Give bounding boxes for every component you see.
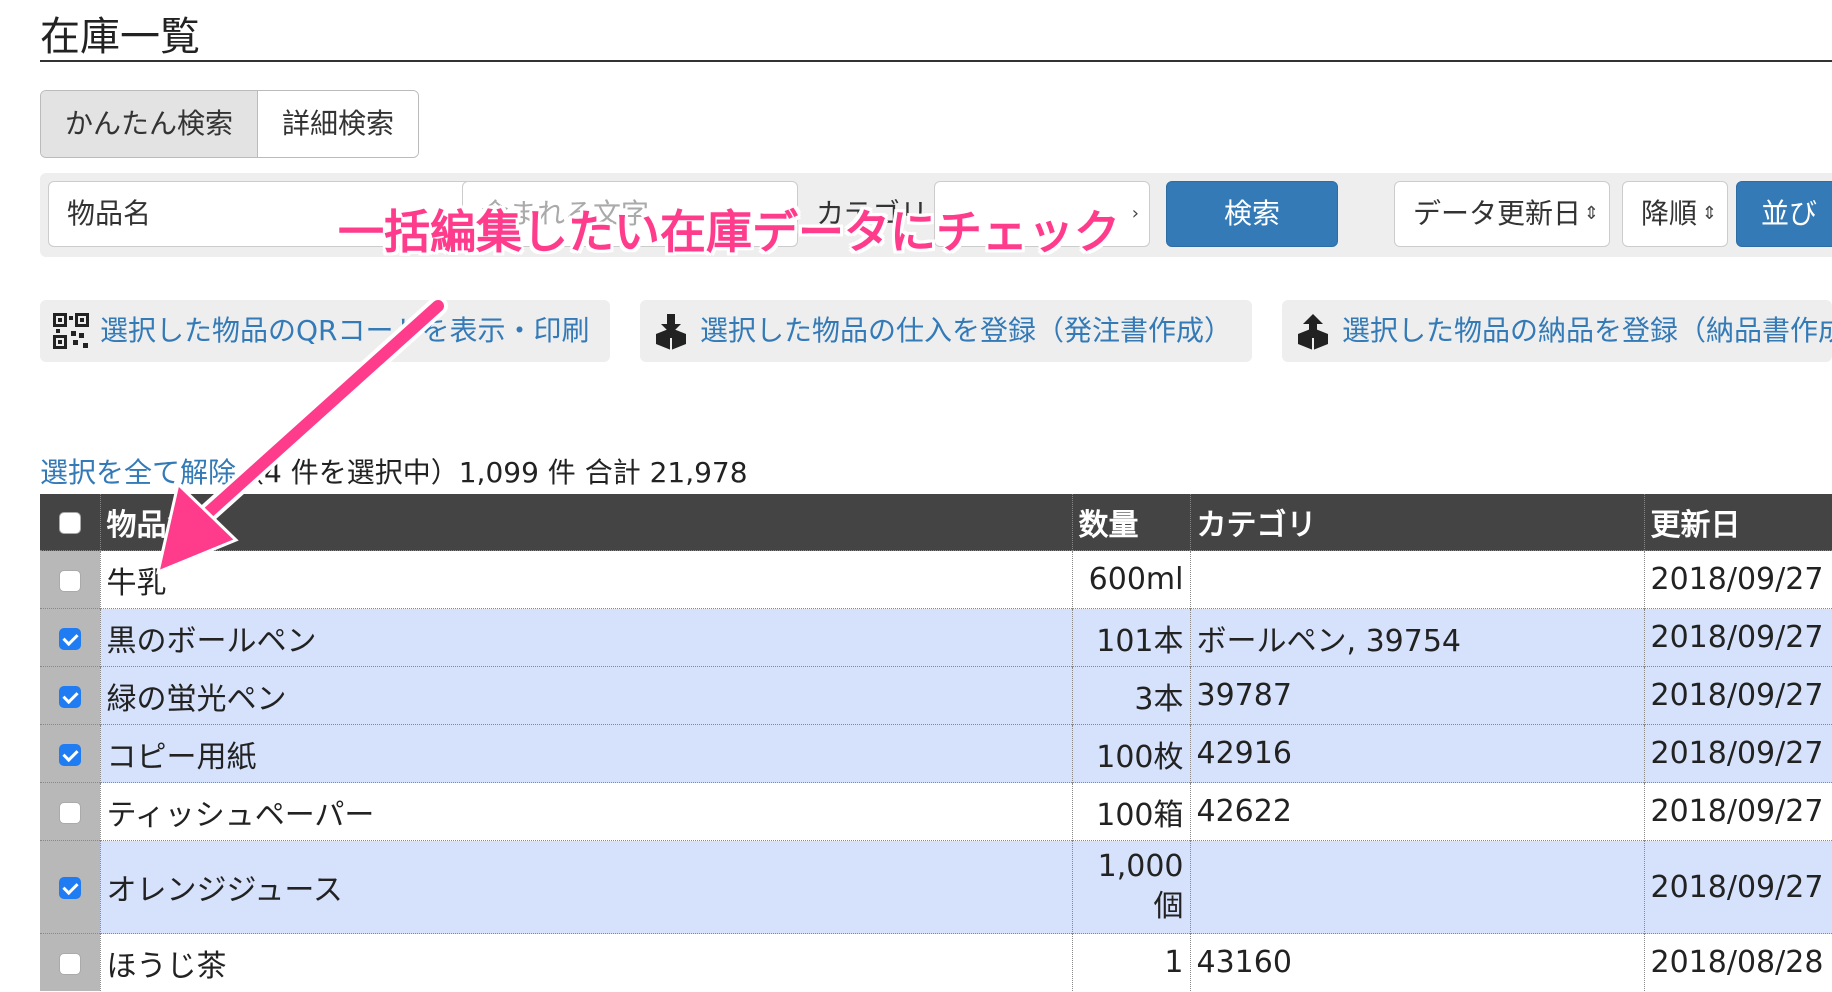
cell-category (1190, 840, 1645, 934)
cell-qty: 600ml (1072, 550, 1191, 609)
row-checkbox[interactable] (58, 685, 81, 708)
cell-name: 牛乳 (100, 550, 1073, 609)
cell-qty: 3本 (1072, 666, 1191, 725)
register-purchase-label: 選択した物品の仕入を登録（発注書作成） (700, 314, 1233, 347)
cell-updated: 2018/09/27 (1644, 666, 1832, 725)
row-checkbox[interactable] (58, 569, 81, 592)
cell-updated: 2018/09/27 (1644, 724, 1832, 783)
select-all-cell (40, 494, 101, 551)
qr-code-icon (53, 313, 89, 349)
select-all-checkbox[interactable] (58, 512, 81, 534)
cell-qty: 101本 (1072, 608, 1191, 667)
annotation-callout-text: 一括編集したい在庫データにチェック (338, 205, 1120, 259)
table-row[interactable]: オレンジジュース 1,000 個 2018/09/27 (40, 840, 1832, 934)
column-header-qty[interactable]: 数量 (1072, 494, 1191, 551)
sort-order-value: 降順 (1641, 197, 1698, 230)
cell-category: 42622 (1190, 782, 1645, 841)
cell-name: コピー用紙 (100, 724, 1073, 783)
row-checkbox[interactable] (58, 743, 81, 766)
qr-print-button[interactable]: 選択した物品のQRコードを表示・印刷 (40, 300, 610, 362)
column-header-category[interactable]: カテゴリ (1190, 494, 1645, 551)
updown-arrows-icon: ⇕ (1583, 203, 1599, 224)
cell-updated: 2018/09/27 (1644, 840, 1832, 934)
search-mode-tabs: かんたん検索 詳細検索 (40, 90, 420, 158)
row-checkbox[interactable] (58, 877, 81, 899)
cell-category: 43160 (1190, 933, 1645, 991)
cell-name: ティッシュペーパー (100, 782, 1073, 841)
sort-order-select[interactable]: 降順 ⇕ (1622, 181, 1728, 247)
box-out-icon (1298, 314, 1328, 350)
table-row[interactable]: ほうじ茶 1 43160 2018/08/28 (40, 933, 1832, 991)
inventory-table: 物品名 数量 カテゴリ 更新日 牛乳 600ml 2018/09/27 黒のボー… (40, 494, 1832, 991)
sort-button[interactable]: 並び替 (1736, 181, 1832, 294)
selection-summary: 選択を全て解除（4 件を選択中）1,099 件 合計 21,978 (40, 452, 748, 494)
row-checkbox[interactable] (58, 952, 81, 975)
updown-arrows-icon: ⇕ (1701, 203, 1717, 224)
cell-qty-line2: 個 (1153, 889, 1184, 924)
register-delivery-label: 選択した物品の納品を登録（納品書作成 (1342, 314, 1832, 347)
table-row[interactable]: ティッシュペーパー 100箱 42622 2018/09/27 (40, 782, 1832, 841)
row-checkbox[interactable] (58, 627, 81, 650)
sort-field-value: データ更新日 (1413, 197, 1582, 230)
cell-name: 緑の蛍光ペン (100, 666, 1073, 725)
cell-qty: 1,000 個 (1072, 840, 1191, 934)
table-row[interactable]: 黒のボールペン 101本 ボールペン, 39754 2018/09/27 (40, 608, 1832, 667)
cell-category: ボールペン, 39754 (1190, 608, 1645, 667)
cell-name: オレンジジュース (100, 840, 1073, 934)
table-row[interactable]: 牛乳 600ml 2018/09/27 (40, 550, 1832, 609)
search-field-select-value: 物品名 (67, 197, 152, 230)
deselect-all-link[interactable]: 選択を全て解除 (40, 456, 236, 489)
table-row[interactable]: 緑の蛍光ペン 3本 39787 2018/09/27 (40, 666, 1832, 725)
cell-qty: 100箱 (1072, 782, 1191, 841)
cell-updated: 2018/08/28 (1644, 933, 1832, 991)
cell-updated: 2018/09/27 (1644, 608, 1832, 667)
column-header-updated[interactable]: 更新日 (1644, 494, 1832, 551)
cell-name: ほうじ茶 (100, 933, 1073, 991)
search-button[interactable]: 検索 (1166, 181, 1338, 247)
cell-qty-line1: 1,000 (1097, 849, 1184, 884)
chevron-down-icon: › (1131, 203, 1139, 224)
register-delivery-button[interactable]: 選択した物品の納品を登録（納品書作成 (1282, 300, 1832, 362)
tab-advanced-search[interactable]: 詳細検索 (258, 91, 419, 157)
cell-updated: 2018/09/27 (1644, 550, 1832, 609)
row-checkbox[interactable] (58, 801, 81, 824)
box-in-icon (656, 314, 686, 350)
sort-field-select[interactable]: データ更新日 ⇕ (1394, 181, 1610, 247)
cell-name: 黒のボールペン (100, 608, 1073, 667)
page-title: 在庫一覧 (40, 14, 1832, 62)
column-header-name[interactable]: 物品名 (100, 494, 1073, 551)
cell-updated: 2018/09/27 (1644, 782, 1832, 841)
cell-category: 42916 (1190, 724, 1645, 783)
cell-qty: 1 (1072, 933, 1191, 991)
qr-print-label: 選択した物品のQRコードを表示・印刷 (100, 314, 590, 347)
selection-count-text: （4 件を選択中）1,099 件 合計 21,978 (236, 456, 748, 489)
cell-qty: 100枚 (1072, 724, 1191, 783)
cell-category (1190, 550, 1645, 609)
table-header-row: 物品名 数量 カテゴリ 更新日 (40, 494, 1832, 551)
table-row[interactable]: コピー用紙 100枚 42916 2018/09/27 (40, 724, 1832, 783)
tab-simple-search[interactable]: かんたん検索 (41, 91, 259, 157)
cell-category: 39787 (1190, 666, 1645, 725)
register-purchase-button[interactable]: 選択した物品の仕入を登録（発注書作成） (640, 300, 1252, 362)
